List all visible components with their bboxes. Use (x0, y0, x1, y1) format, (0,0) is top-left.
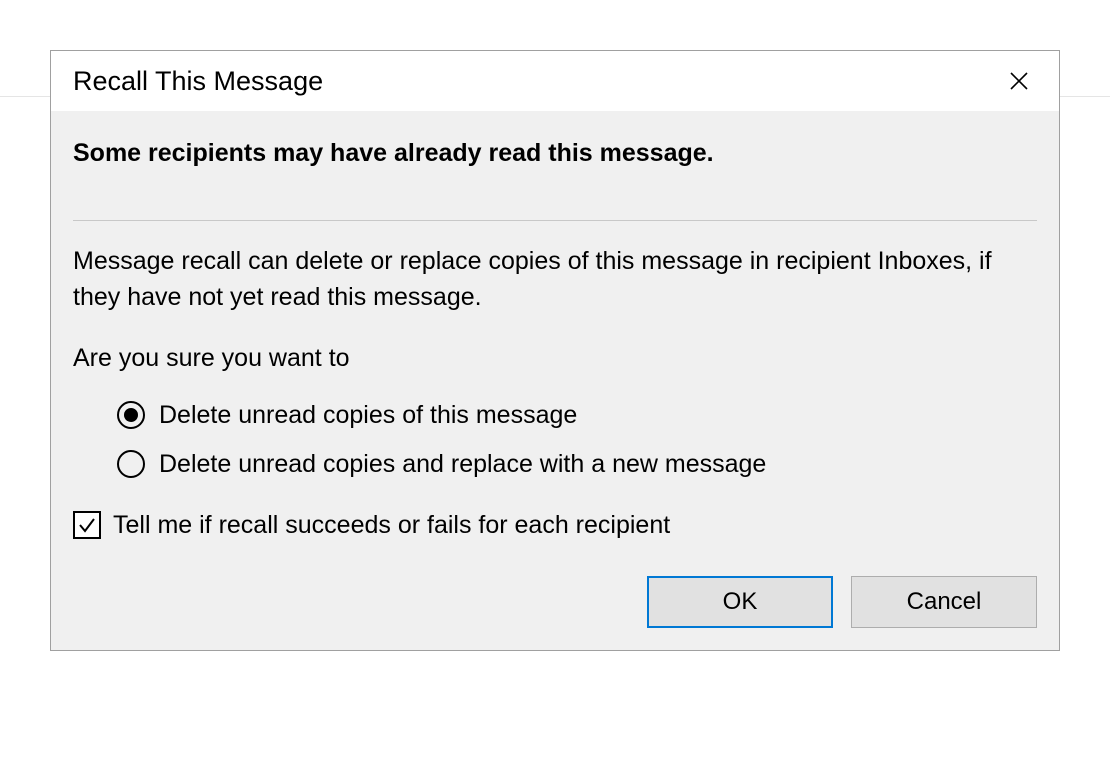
option-replace-label: Delete unread copies and replace with a … (159, 450, 766, 479)
dialog-titlebar: Recall This Message (51, 51, 1059, 111)
checkbox-icon (73, 511, 101, 539)
description-text: Message recall can delete or replace cop… (73, 243, 1037, 316)
recall-options-group: Delete unread copies of this message Del… (117, 401, 1037, 479)
close-icon (1009, 71, 1029, 91)
dialog-title: Recall This Message (73, 66, 323, 97)
radio-icon (117, 401, 145, 429)
cancel-button[interactable]: Cancel (851, 576, 1037, 628)
close-button[interactable] (1001, 63, 1037, 99)
dialog-button-row: OK Cancel (73, 576, 1037, 628)
recall-message-dialog: Recall This Message Some recipients may … (50, 50, 1060, 651)
content-divider (73, 220, 1037, 221)
ok-button[interactable]: OK (647, 576, 833, 628)
notify-checkbox-label: Tell me if recall succeeds or fails for … (113, 511, 670, 540)
option-delete-replace[interactable]: Delete unread copies and replace with a … (117, 450, 1037, 479)
notify-checkbox-row[interactable]: Tell me if recall succeeds or fails for … (73, 511, 1037, 540)
warning-heading: Some recipients may have already read th… (73, 139, 1037, 168)
prompt-text: Are you sure you want to (73, 344, 1037, 373)
option-delete-unread[interactable]: Delete unread copies of this message (117, 401, 1037, 430)
dialog-content: Some recipients may have already read th… (51, 111, 1059, 650)
radio-icon (117, 450, 145, 478)
option-delete-label: Delete unread copies of this message (159, 401, 577, 430)
radio-selected-dot (124, 408, 138, 422)
checkmark-icon (77, 515, 97, 535)
